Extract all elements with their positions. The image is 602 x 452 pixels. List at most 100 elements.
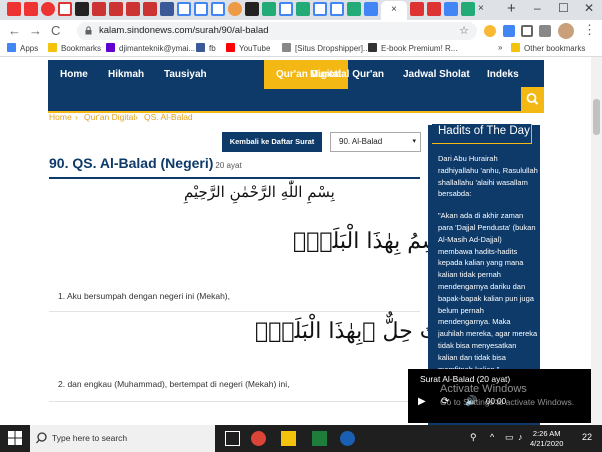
nav-tausiyah[interactable]: Tausiyah: [164, 60, 207, 89]
address-bar[interactable]: kalam.sindonews.com/surah/90/al-balad ☆: [77, 22, 477, 40]
tab-favicon-icon[interactable]: [126, 2, 140, 16]
url-text[interactable]: kalam.sindonews.com/surah/90/al-balad: [99, 25, 269, 36]
tab-favicon-icon[interactable]: [364, 2, 378, 16]
bookmark-bookmarks[interactable]: Bookmarks: [48, 43, 101, 53]
star-icon: [48, 43, 57, 52]
bookmark-fb[interactable]: fb: [196, 43, 216, 53]
close-window-button[interactable]: ✕: [584, 1, 594, 15]
maximize-button[interactable]: ☐: [558, 1, 569, 15]
ayat-divider: [49, 401, 420, 402]
bookmark-apps[interactable]: Apps: [7, 43, 38, 53]
volume-tray-icon[interactable]: ♪: [518, 432, 523, 442]
tab-favicon-icon[interactable]: [24, 2, 38, 16]
tab-favicon-icon[interactable]: [228, 2, 242, 16]
facebook-tab-icon[interactable]: [160, 2, 174, 16]
nav-murottal[interactable]: Murottal Qur'an: [310, 60, 384, 89]
scrollbar-thumb[interactable]: [593, 99, 600, 135]
task-view-icon[interactable]: [225, 431, 240, 446]
close-tab-icon[interactable]: ×: [478, 3, 484, 14]
new-tab-button[interactable]: +: [507, 0, 516, 17]
yahoo-icon: [106, 43, 115, 52]
breadcrumb-home[interactable]: Home: [49, 112, 72, 122]
extension-icon[interactable]: [503, 25, 515, 37]
toolbar: ← → C kalam.sindonews.com/surah/90/al-ba…: [0, 20, 602, 42]
bookmark-dropshipper[interactable]: [Situs Dropshipper]...: [282, 43, 370, 53]
tab-favicon-icon[interactable]: [347, 2, 361, 16]
ayat-count: 20 ayat: [215, 161, 242, 170]
surah-select-value: 90. Al-Balad: [339, 137, 383, 146]
bookmark-overflow[interactable]: »: [498, 43, 502, 52]
surah-select[interactable]: 90. Al-Balad ▾: [330, 132, 421, 152]
bookmark-ebook[interactable]: E-book Premium! R...: [368, 43, 457, 53]
tab-favicon-icon[interactable]: [109, 2, 123, 16]
google-tab-icon[interactable]: [177, 2, 191, 16]
breadcrumb-section[interactable]: Qur'an Digital: [84, 112, 135, 122]
windows-start-icon[interactable]: [8, 431, 22, 445]
tab-favicon-icon[interactable]: [427, 2, 441, 16]
bookmark-other[interactable]: Other bookmarks: [511, 43, 585, 53]
google-tab-icon[interactable]: [211, 2, 225, 16]
ebook-icon: [368, 43, 377, 52]
tab-favicon-icon[interactable]: [7, 2, 21, 16]
app-icon[interactable]: [340, 431, 355, 446]
extension-icon[interactable]: [539, 25, 551, 37]
extension-icon[interactable]: [521, 25, 533, 37]
forward-button[interactable]: →: [29, 23, 42, 38]
tab-favicon-icon[interactable]: [41, 2, 55, 16]
ayat-translation: 2. dan engkau (Muhammad), bertempat di n…: [58, 379, 290, 389]
tab-favicon-icon[interactable]: [262, 2, 276, 16]
back-to-list-button[interactable]: Kembali ke Daftar Surat: [222, 132, 322, 152]
file-explorer-icon[interactable]: [281, 431, 296, 446]
taskbar-search[interactable]: Type here to search: [30, 425, 215, 452]
search-button[interactable]: [521, 87, 544, 111]
bookmark-star-icon[interactable]: ☆: [459, 24, 469, 37]
google-tab-icon[interactable]: [194, 2, 208, 16]
tab-favicon-icon[interactable]: [75, 2, 89, 16]
tab-favicon-icon[interactable]: [245, 2, 259, 16]
search-icon: [36, 432, 47, 444]
tab-favicon-icon[interactable]: [143, 2, 157, 16]
nav-jadwal-sholat[interactable]: Jadwal Sholat: [403, 60, 470, 89]
reload-button[interactable]: C: [51, 23, 60, 38]
chrome-icon[interactable]: [251, 431, 266, 446]
basmala: بِسْمِ اللّٰهِ الرَّحْمٰنِ الرَّحِيْمِ: [184, 183, 335, 201]
active-tab[interactable]: ×: [381, 1, 407, 20]
extension-icon[interactable]: [484, 25, 496, 37]
back-button[interactable]: ←: [8, 23, 21, 38]
activate-windows-title: Activate Windows: [440, 383, 527, 395]
google-tab-icon[interactable]: [279, 2, 293, 16]
tab-favicon-icon[interactable]: [444, 2, 458, 16]
tray-chevron-icon[interactable]: ^: [490, 432, 494, 442]
notification-badge[interactable]: 22: [582, 432, 592, 442]
taskbar: Type here to search ⚲ ^ ▭ ♪ 2:26 AM 4/21…: [0, 425, 602, 452]
bookmark-youtube[interactable]: YouTube: [226, 43, 270, 53]
hadith-quote: "Akan ada di akhir zaman para 'Dajjal Pe…: [438, 211, 538, 373]
menu-icon[interactable]: ⋮: [583, 22, 596, 38]
apps-icon: [7, 43, 16, 52]
tab-favicon-icon[interactable]: [461, 2, 475, 16]
profile-avatar[interactable]: [558, 23, 574, 39]
bookmark-yahoo[interactable]: djimanteknik@ymai...: [106, 43, 195, 53]
play-icon[interactable]: ▶: [418, 396, 426, 407]
title-divider: [49, 177, 420, 179]
browser-tab-strip: × × + – ☐ ✕: [0, 0, 602, 20]
tab-favicon-icon[interactable]: [296, 2, 310, 16]
nav-hikmah[interactable]: Hikmah: [108, 60, 144, 89]
google-tab-icon[interactable]: [313, 2, 327, 16]
close-tab-icon[interactable]: ×: [391, 4, 397, 15]
network-icon[interactable]: ▭: [505, 432, 514, 443]
nav-home[interactable]: Home: [60, 60, 88, 89]
tab-favicon-icon[interactable]: [92, 2, 106, 16]
people-icon[interactable]: ⚲: [470, 432, 477, 443]
nav-indeks[interactable]: Indeks: [487, 60, 519, 89]
breadcrumb-sep: ›: [75, 112, 78, 122]
youtube-icon: [226, 43, 235, 52]
minimize-button[interactable]: –: [534, 1, 541, 15]
excel-app-icon[interactable]: [312, 431, 327, 446]
clock[interactable]: 2:26 AM 4/21/2020: [530, 429, 563, 449]
hadith-heading: Hadits of The Day: [438, 125, 530, 137]
tab-favicon-icon[interactable]: [410, 2, 424, 16]
audio-player: Surat Al-Balad (20 ayat) ▶ ⟳ 🔊 00:00: [408, 369, 591, 423]
google-tab-icon[interactable]: [330, 2, 344, 16]
gmail-tab-icon[interactable]: [58, 2, 72, 16]
